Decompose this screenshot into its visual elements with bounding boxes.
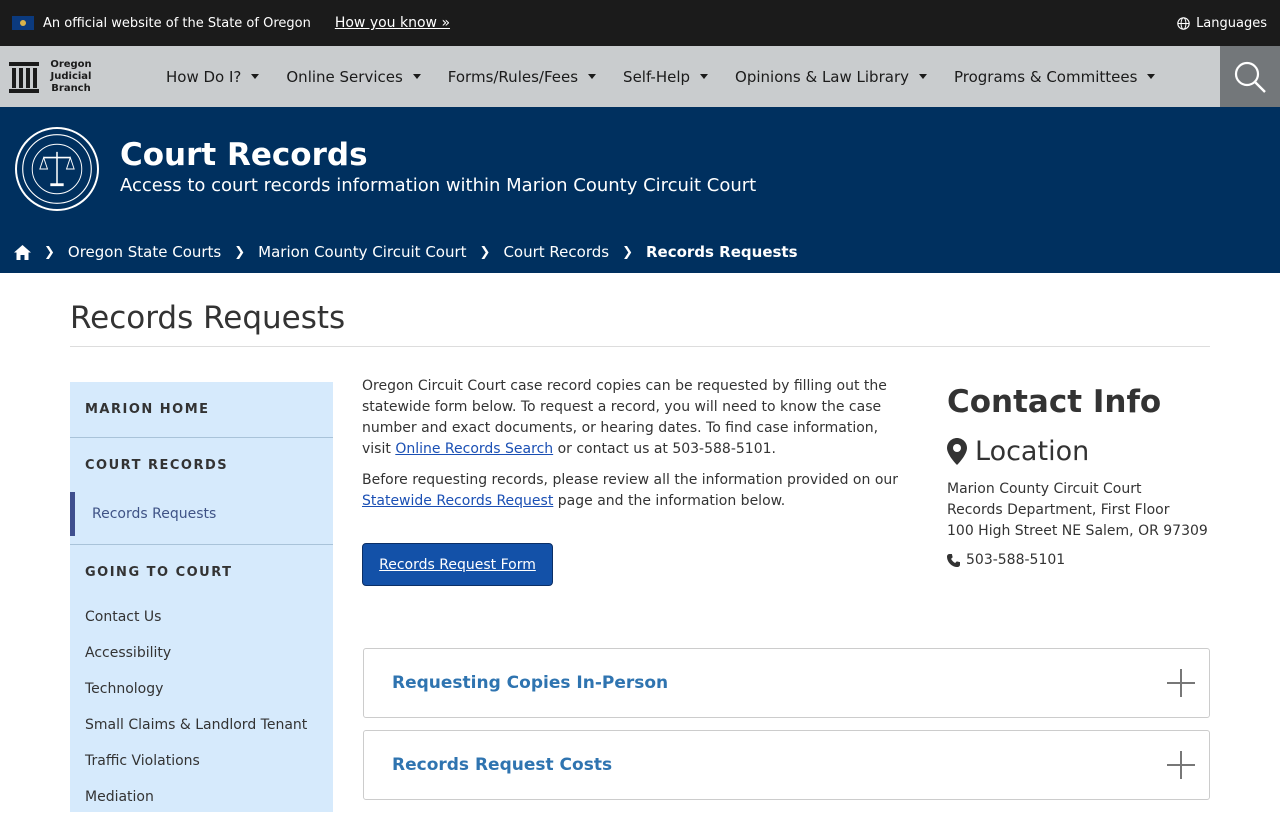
intro-paragraph: Oregon Circuit Court case record copies … — [362, 378, 887, 457]
courthouse-logo-icon — [9, 61, 39, 93]
chevron-right-icon: ❯ — [479, 244, 491, 260]
breadcrumb-court-records[interactable]: Court Records — [503, 243, 609, 261]
nav-how-do-i[interactable]: How Do I? — [166, 68, 260, 86]
review-paragraph: Before requesting records, please review… — [362, 472, 899, 509]
sidebar-item-mediation[interactable]: Mediation — [70, 779, 333, 815]
accordion-records-request-costs[interactable]: Records Request Costs — [363, 730, 1210, 800]
phone-number[interactable]: 503-588-5101 — [966, 552, 1065, 568]
nav-online-services[interactable]: Online Services — [286, 68, 421, 86]
breadcrumb-marion-county[interactable]: Marion County Circuit Court — [258, 243, 466, 261]
languages-label: Languages — [1196, 15, 1267, 31]
breadcrumb-current: Records Requests — [645, 243, 798, 261]
how-you-know-link[interactable]: How you know » — [335, 15, 450, 31]
plus-icon — [1167, 669, 1195, 697]
chevron-right-icon: ❯ — [622, 244, 633, 260]
hero-banner: Court Records Access to court records in… — [0, 107, 1280, 273]
online-records-search-link[interactable]: Online Records Search — [395, 441, 553, 457]
breadcrumb-oregon-state-courts[interactable]: Oregon State Courts — [68, 243, 221, 261]
sidebar-item-traffic-violations[interactable]: Traffic Violations — [70, 743, 333, 779]
hero-title: Court Records — [120, 137, 368, 173]
chevron-down-icon — [918, 74, 927, 79]
accordion-requesting-copies[interactable]: Requesting Copies In-Person — [363, 648, 1210, 718]
chevron-down-icon — [1147, 74, 1156, 79]
chevron-down-icon — [412, 74, 421, 79]
records-request-form-button[interactable]: Records Request Form — [362, 543, 553, 586]
sidebar-item-small-claims[interactable]: Small Claims & Landlord Tenant — [70, 707, 333, 743]
globe-icon — [1177, 16, 1190, 30]
chevron-down-icon — [251, 74, 260, 79]
main-nav: Oregon Judicial Branch How Do I? Online … — [0, 46, 1280, 107]
brand-text: Oregon Judicial Branch — [50, 58, 92, 94]
address: Marion County Circuit Court Records Depa… — [947, 481, 1208, 539]
breadcrumb: ❯ Oregon State Courts ❯ Marion County Ci… — [14, 243, 798, 261]
sidebar-marion-home[interactable]: MARION HOME — [70, 382, 333, 438]
oregon-flag-icon — [12, 16, 34, 30]
brand-logo-link[interactable]: Oregon Judicial Branch — [0, 59, 150, 95]
sidebar-item-accessibility[interactable]: Accessibility — [70, 635, 333, 671]
statewide-records-request-link[interactable]: Statewide Records Request — [362, 493, 553, 509]
sidebar-item-technology[interactable]: Technology — [70, 671, 333, 707]
chevron-down-icon — [588, 74, 597, 79]
search-button[interactable] — [1220, 46, 1280, 107]
chevron-down-icon — [700, 74, 709, 79]
map-marker-icon — [947, 438, 967, 465]
contact-info: Contact Info Location Marion County Circ… — [947, 384, 1217, 568]
nav-opinions-law-library[interactable]: Opinions & Law Library — [735, 68, 927, 86]
search-icon — [1234, 61, 1266, 93]
sidebar: MARION HOME COURT RECORDS Records Reques… — [70, 382, 333, 812]
location-heading: Location — [947, 436, 1217, 467]
sidebar-going-to-court[interactable]: GOING TO COURT — [70, 545, 333, 599]
nav-programs-committees[interactable]: Programs & Committees — [954, 68, 1156, 86]
phone-icon — [947, 553, 960, 567]
sidebar-court-records[interactable]: COURT RECORDS — [70, 438, 333, 492]
nav-menu: How Do I? Online Services Forms/Rules/Fe… — [166, 68, 1182, 86]
nav-forms-rules-fees[interactable]: Forms/Rules/Fees — [448, 68, 597, 86]
official-text: An official website of the State of Oreg… — [43, 15, 311, 31]
title-divider — [70, 346, 1210, 347]
page-title: Records Requests — [70, 300, 346, 336]
judicial-seal-icon — [15, 127, 99, 211]
contact-title: Contact Info — [947, 384, 1162, 420]
sidebar-item-records-requests[interactable]: Records Requests — [70, 492, 333, 536]
phone-line: 503-588-5101 — [947, 552, 1217, 568]
languages-button[interactable]: Languages — [1177, 0, 1267, 46]
official-banner: An official website of the State of Oreg… — [0, 0, 1280, 46]
chevron-right-icon: ❯ — [234, 244, 246, 260]
sidebar-item-contact-us[interactable]: Contact Us — [70, 599, 333, 635]
home-icon[interactable] — [14, 244, 31, 260]
hero-subtitle: Access to court records information with… — [120, 175, 757, 196]
chevron-right-icon: ❯ — [44, 244, 55, 260]
main-content: Oregon Circuit Court case record copies … — [362, 376, 902, 586]
plus-icon — [1167, 751, 1195, 779]
nav-self-help[interactable]: Self-Help — [623, 68, 709, 86]
